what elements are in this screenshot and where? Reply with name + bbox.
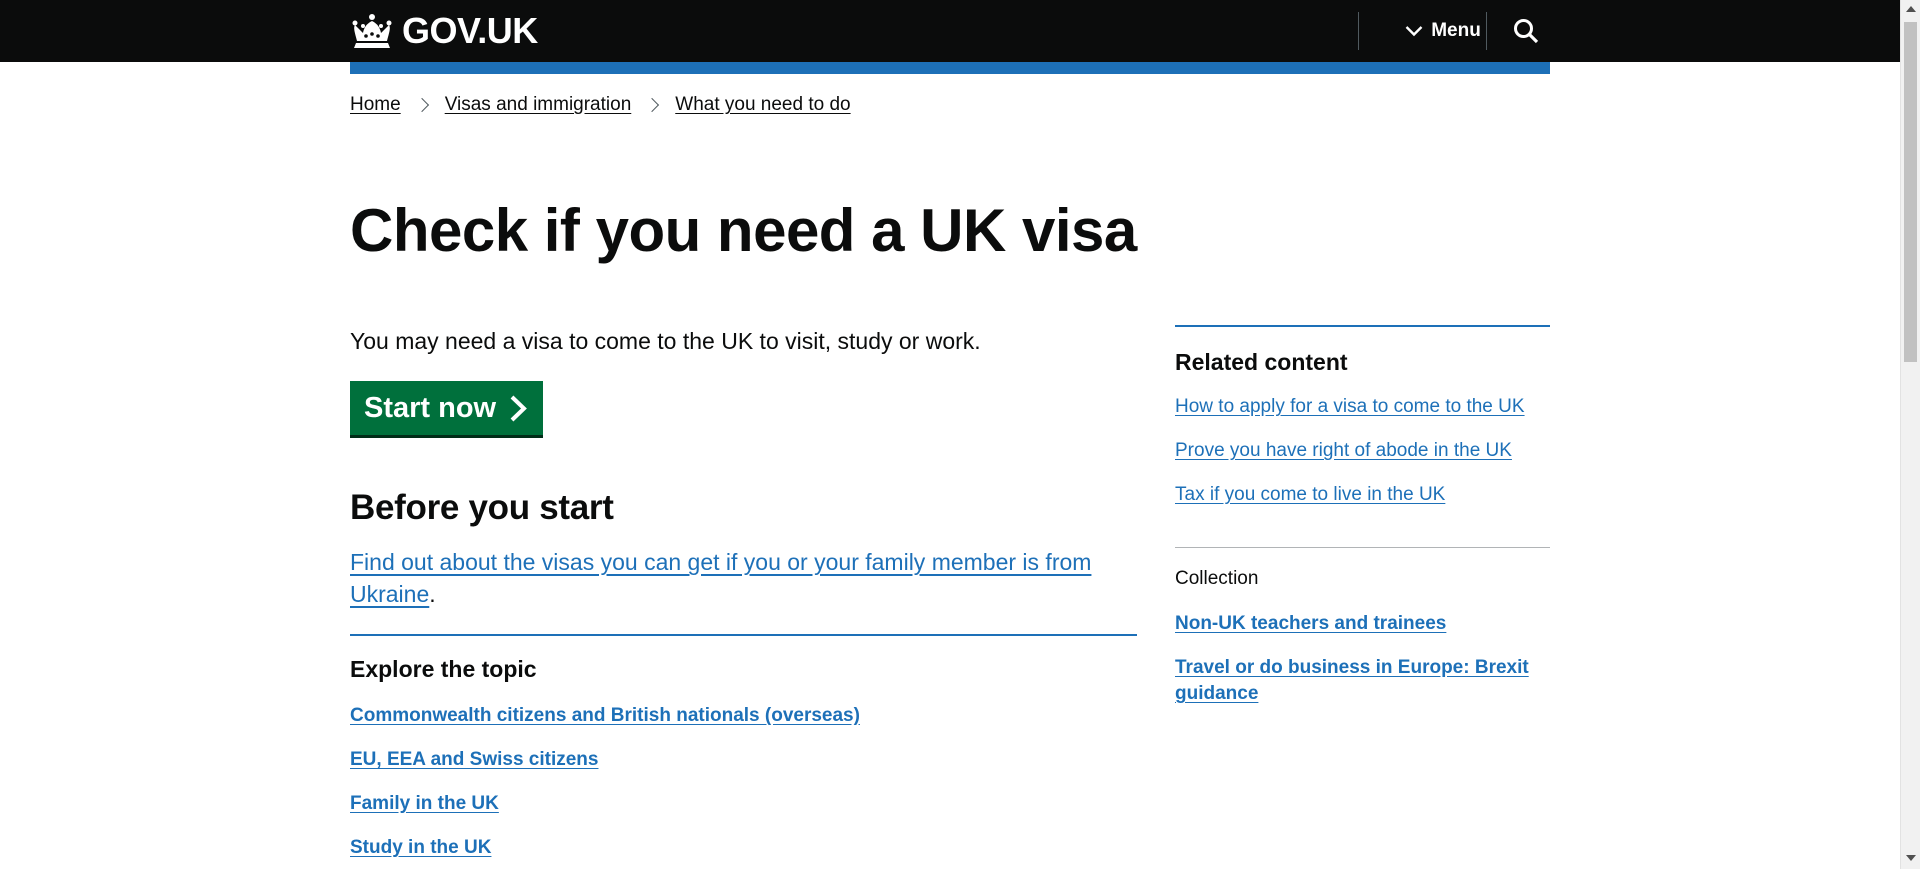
collection-link[interactable]: Non-UK teachers and trainees: [1175, 613, 1446, 634]
list-item: How to apply for a visa to come to the U…: [1175, 396, 1525, 440]
govuk-logo-link[interactable]: GOV.UK: [350, 8, 538, 54]
start-now-button[interactable]: Start now: [350, 381, 543, 435]
related-link[interactable]: How to apply for a visa to come to the U…: [1175, 396, 1525, 417]
topic-link[interactable]: Family in the UK: [350, 793, 499, 814]
before-you-start-heading: Before you start: [350, 488, 614, 527]
breadcrumb: Home Visas and immigration What you need…: [350, 94, 851, 116]
header-accent-bar: [350, 62, 1550, 74]
scroll-up-arrow-icon[interactable]: [1906, 6, 1916, 12]
logo-text: GOV.UK: [402, 10, 538, 51]
list-item: EU, EEA and Swiss citizens: [350, 749, 860, 793]
chevron-right-icon: [645, 97, 660, 113]
list-item: Study in the UK: [350, 837, 860, 869]
scrollbar-thumb[interactable]: [1904, 22, 1917, 362]
header-container: GOV.UK Menu: [350, 0, 1550, 62]
chevron-down-icon: [1405, 26, 1423, 37]
collection-divider: [1175, 547, 1550, 548]
search-toggle-button[interactable]: [1502, 12, 1550, 50]
breadcrumb-home[interactable]: Home: [350, 94, 401, 116]
explore-topic-divider: [350, 634, 1137, 636]
breadcrumb-what-you-need-to-do[interactable]: What you need to do: [675, 94, 850, 116]
related-content-list: How to apply for a visa to come to the U…: [1175, 396, 1525, 528]
menu-button[interactable]: Menu: [1383, 12, 1503, 50]
page-title: Check if you need a UK visa: [350, 197, 1137, 264]
ukraine-suffix: .: [429, 581, 436, 607]
intro-text: You may need a visa to come to the UK to…: [350, 328, 981, 354]
crown-icon: [352, 14, 392, 48]
collection-label: Collection: [1175, 568, 1259, 589]
breadcrumb-visas-and-immigration[interactable]: Visas and immigration: [445, 94, 632, 116]
search-icon: [1514, 19, 1539, 44]
topic-link[interactable]: EU, EEA and Swiss citizens: [350, 749, 598, 770]
related-link[interactable]: Prove you have right of abode in the UK: [1175, 440, 1512, 461]
site-header: GOV.UK Menu: [0, 0, 1900, 62]
scroll-down-arrow-icon[interactable]: [1906, 855, 1916, 861]
ukraine-paragraph: Find out about the visas you can get if …: [350, 546, 1130, 610]
list-item: Non-UK teachers and trainees: [1175, 611, 1550, 637]
list-item: Travel or do business in Europe: Brexit …: [1175, 655, 1550, 707]
list-item: Commonwealth citizens and British nation…: [350, 705, 860, 749]
collection-link[interactable]: Travel or do business in Europe: Brexit …: [1175, 657, 1529, 704]
list-item: Family in the UK: [350, 793, 860, 837]
chevron-right-icon: [510, 395, 528, 421]
list-item: Prove you have right of abode in the UK: [1175, 440, 1525, 484]
ukraine-visas-link[interactable]: Find out about the visas you can get if …: [350, 549, 1091, 607]
topic-list: Commonwealth citizens and British nation…: [350, 705, 860, 869]
related-content-heading: Related content: [1175, 349, 1348, 375]
explore-topic-heading: Explore the topic: [350, 656, 537, 682]
menu-label: Menu: [1431, 20, 1481, 41]
chevron-right-icon: [414, 97, 429, 113]
topic-link[interactable]: Study in the UK: [350, 837, 491, 858]
list-item: Tax if you come to live in the UK: [1175, 484, 1525, 528]
collection-list: Non-UK teachers and trainees Travel or d…: [1175, 611, 1550, 725]
vertical-scrollbar[interactable]: [1900, 0, 1920, 869]
start-now-label: Start now: [364, 391, 497, 424]
related-content-divider: [1175, 325, 1550, 327]
related-link[interactable]: Tax if you come to live in the UK: [1175, 484, 1445, 505]
header-divider: [1486, 12, 1487, 50]
header-divider: [1358, 12, 1359, 50]
topic-link[interactable]: Commonwealth citizens and British nation…: [350, 705, 860, 726]
